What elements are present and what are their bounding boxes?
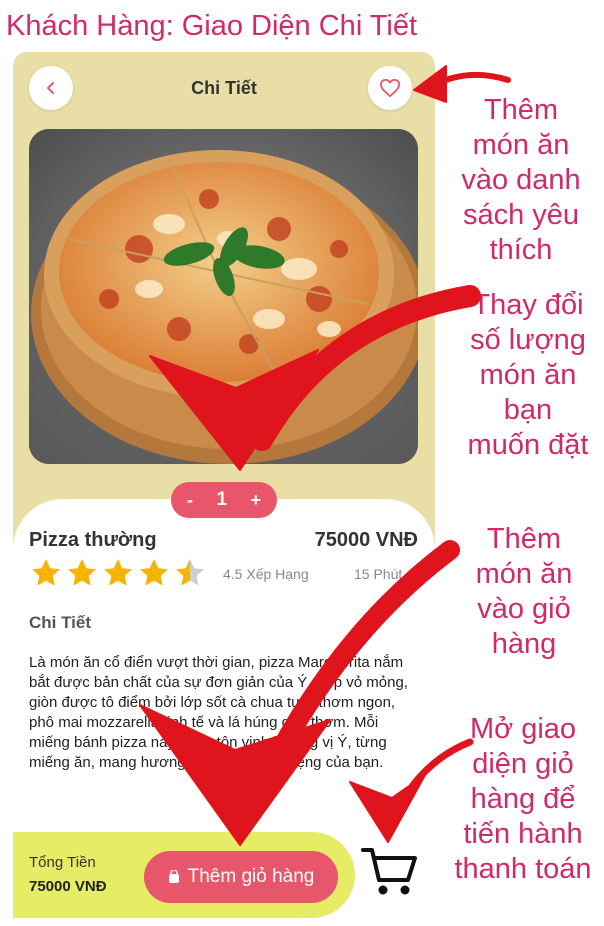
description-text: Là món ăn cổ điển vượt thời gian, pizza … xyxy=(29,654,408,771)
bottom-bar: Tổng Tiền 75000 VNĐ Thêm giỏ hàng xyxy=(13,832,355,918)
annotation-quantity: Thay đổi số lượng món ăn bạn muốn đặt xyxy=(467,289,589,461)
bag-icon xyxy=(168,870,179,883)
annotation-favorite: Thêm món ăn vào danh sách yêu thích xyxy=(461,94,581,266)
total-label: Tổng Tiền xyxy=(29,854,96,871)
quantity-stepper: - 1 + xyxy=(171,482,277,518)
decrease-button[interactable]: - xyxy=(187,490,193,511)
prep-time: 15 Phút xyxy=(354,566,403,582)
half-star-icon xyxy=(176,559,204,586)
annotation-open-cart: Mở giao diện giỏ hàng để tiến hành thanh… xyxy=(454,713,592,885)
star-icon xyxy=(104,559,132,586)
details-title: Chi Tiết xyxy=(29,613,92,632)
heart-icon xyxy=(379,78,401,98)
rating-row: 4.5 Xếp Hạng 15 Phút xyxy=(29,557,421,593)
food-photo xyxy=(29,129,418,464)
star-rating xyxy=(29,557,207,589)
rating-text: 4.5 Xếp Hạng xyxy=(223,566,309,582)
star-icon xyxy=(68,559,96,586)
total-value: 75000 VNĐ xyxy=(29,878,107,895)
star-icon xyxy=(32,559,60,586)
phone-screen: Chi Tiết Pizza thường 75000 VNĐ 4.5 Xếp … xyxy=(13,52,435,920)
cart-icon[interactable] xyxy=(360,844,420,900)
top-bar: Chi Tiết xyxy=(13,52,435,128)
pizza-image xyxy=(29,129,418,464)
favorite-button[interactable] xyxy=(368,66,412,110)
quantity-value: 1 xyxy=(216,489,228,510)
add-to-cart-label: Thêm giỏ hàng xyxy=(187,866,315,887)
increase-button[interactable]: + xyxy=(250,490,261,511)
page-heading: Khách Hàng: Giao Diện Chi Tiết xyxy=(6,10,418,42)
product-price: 75000 VNĐ xyxy=(314,529,418,551)
annotation-add-cart: Thêm món ăn vào giỏ hàng xyxy=(475,523,573,660)
arrow-favorite xyxy=(433,71,511,87)
add-to-cart-button[interactable]: Thêm giỏ hàng xyxy=(144,851,338,903)
star-icon xyxy=(140,559,168,586)
product-name: Pizza thường xyxy=(29,529,157,551)
